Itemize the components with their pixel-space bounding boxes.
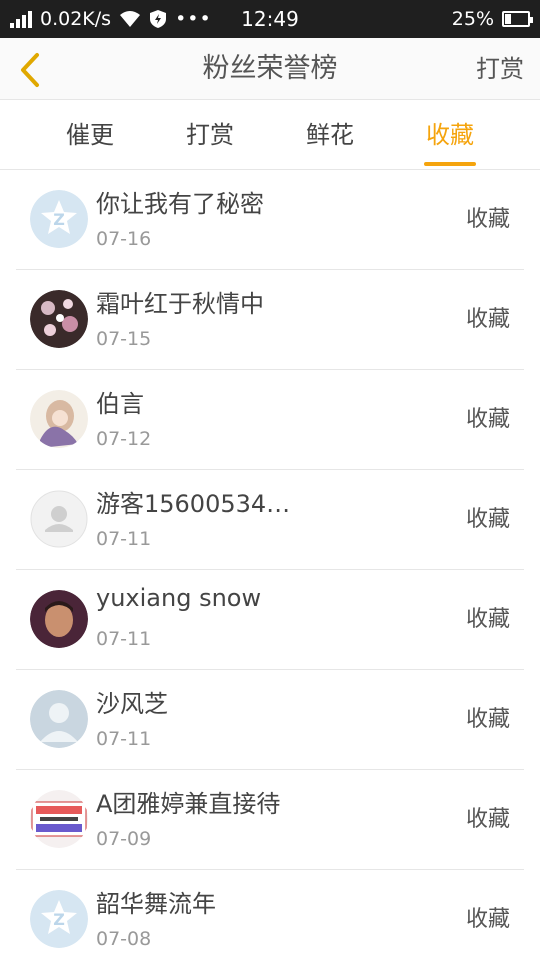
- favorite-label: 收藏: [465, 507, 510, 532]
- back-button[interactable]: [14, 50, 46, 90]
- qq-default-icon: Z: [30, 890, 88, 948]
- battery-fill: [505, 14, 511, 24]
- fan-name: 伯言: [96, 390, 144, 418]
- fan-date: 07-11: [96, 628, 152, 650]
- battery-icon: [502, 11, 533, 27]
- list-item[interactable]: 游客15600534… 07-11 收藏: [0, 470, 540, 570]
- fan-name: 你让我有了秘密: [96, 190, 264, 218]
- recruitment-sign-avatar: [30, 790, 88, 848]
- favorite-label: 收藏: [465, 607, 510, 632]
- fan-date: 07-09: [96, 828, 152, 850]
- fan-date: 07-12: [96, 428, 152, 450]
- svg-text:Z: Z: [53, 210, 65, 229]
- tab-label: 鲜花: [306, 121, 354, 149]
- fan-name: 霜叶红于秋情中: [96, 290, 264, 318]
- favorite-label: 收藏: [465, 707, 510, 732]
- tab-label: 催更: [66, 121, 114, 149]
- guest-user-icon: [30, 490, 88, 548]
- status-right: 25%: [451, 0, 533, 38]
- status-bar: 0.02K/s ••• 12:49 25%: [0, 0, 540, 38]
- favorite-label: 收藏: [465, 807, 510, 832]
- fan-date: 07-15: [96, 328, 152, 350]
- fan-name: yuxiang snow: [96, 584, 262, 612]
- reward-button[interactable]: 打赏: [476, 38, 524, 100]
- list-item[interactable]: 伯言 07-12 收藏: [0, 370, 540, 470]
- tab-favorites[interactable]: 收藏: [400, 100, 500, 170]
- list-item[interactable]: 沙风芝 07-11 收藏: [0, 670, 540, 770]
- fan-date: 07-16: [96, 228, 152, 250]
- fan-date: 07-11: [96, 528, 152, 550]
- man-photo-avatar: [30, 590, 88, 648]
- tab-reward[interactable]: 打赏: [160, 100, 260, 170]
- fan-name: 韶华舞流年: [96, 890, 216, 918]
- favorite-label: 收藏: [465, 407, 510, 432]
- favorite-label: 收藏: [465, 307, 510, 332]
- fan-name: 游客15600534…: [96, 490, 291, 518]
- fan-name: A团雅婷兼直接待: [96, 790, 281, 818]
- tab-flowers[interactable]: 鲜花: [280, 100, 380, 170]
- list-item[interactable]: 霜叶红于秋情中 07-15 收藏: [0, 270, 540, 370]
- favorite-label: 收藏: [465, 907, 510, 932]
- default-user-icon: [30, 690, 88, 748]
- battery-percent: 25%: [451, 8, 494, 30]
- fan-date: 07-08: [96, 928, 152, 950]
- app-header: 粉丝荣誉榜 打赏: [0, 38, 540, 100]
- fan-list: Z 你让我有了秘密 07-16 收藏 霜叶红于秋情中 07-15 收藏 伯言 0…: [0, 170, 540, 960]
- tab-urge[interactable]: 催更: [40, 100, 140, 170]
- anime-girl-avatar: [30, 390, 88, 448]
- page-title: 粉丝荣誉榜: [202, 53, 338, 84]
- qq-default-icon: Z: [30, 190, 88, 248]
- chevron-left-icon: [21, 53, 39, 87]
- tab-label: 收藏: [426, 121, 474, 149]
- list-item[interactable]: yuxiang snow 07-11 收藏: [0, 570, 540, 670]
- active-tab-indicator: [424, 162, 476, 166]
- list-item[interactable]: Z 你让我有了秘密 07-16 收藏: [0, 170, 540, 270]
- flower-photo-avatar: [30, 290, 88, 348]
- fan-name: 沙风芝: [96, 690, 168, 718]
- svg-text:Z: Z: [53, 910, 65, 929]
- tab-bar: 催更 打赏 鲜花 收藏: [0, 100, 540, 170]
- list-item[interactable]: Z 韶华舞流年 07-08 收藏: [0, 870, 540, 960]
- list-item[interactable]: A团雅婷兼直接待 07-09 收藏: [0, 770, 540, 870]
- favorite-label: 收藏: [465, 207, 510, 232]
- fan-date: 07-11: [96, 728, 152, 750]
- tab-label: 打赏: [186, 121, 234, 149]
